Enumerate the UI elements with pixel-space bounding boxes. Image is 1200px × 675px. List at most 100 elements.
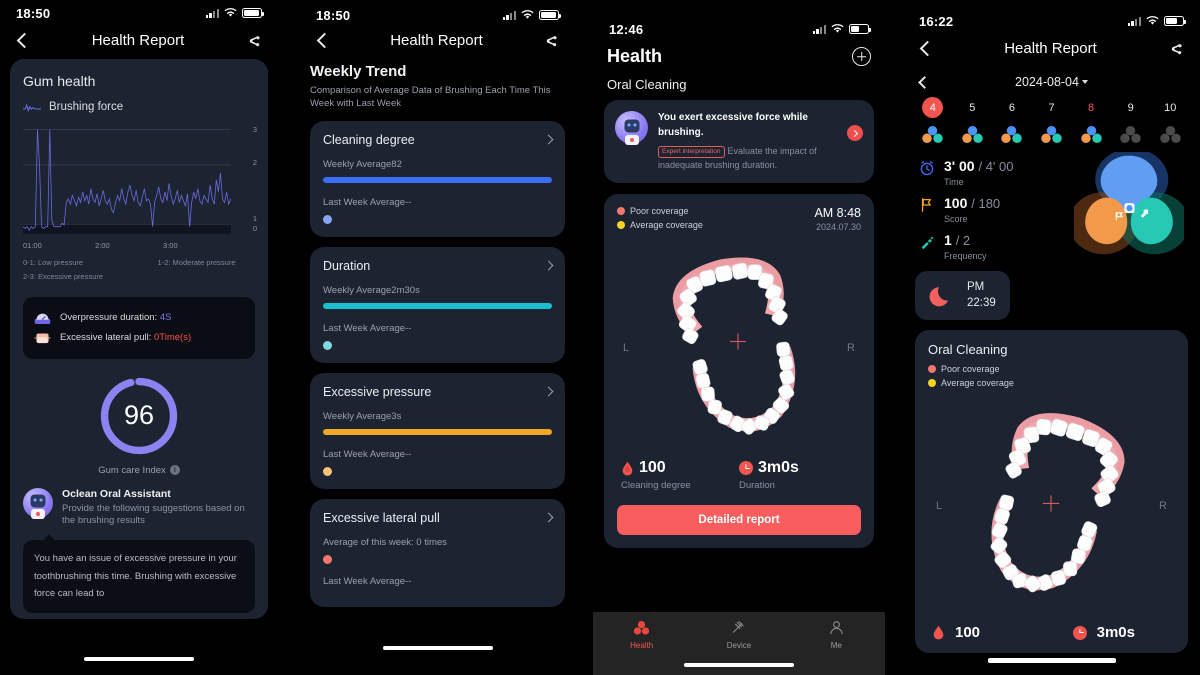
share-icon[interactable] bbox=[1168, 41, 1184, 57]
status-time: 18:50 bbox=[316, 7, 351, 23]
screenshot-stage: 18:50 Health Report Gum health Brushing … bbox=[0, 0, 1200, 675]
share-icon[interactable] bbox=[246, 33, 262, 49]
prev-date-button[interactable] bbox=[918, 75, 931, 89]
date-selector[interactable]: 2024-08-04 bbox=[903, 75, 1200, 89]
coverage-time: AM 8:48 bbox=[814, 206, 861, 220]
day-item[interactable]: 6 bbox=[992, 97, 1032, 144]
this-week-label: Weekly Average2m30s bbox=[323, 284, 420, 296]
chevron-right-icon[interactable] bbox=[543, 260, 554, 271]
chevron-right-icon[interactable] bbox=[543, 386, 554, 397]
trend-card-title: Duration bbox=[323, 258, 371, 273]
note-excessive: 2-3: Excessive pressure bbox=[23, 272, 104, 282]
tab-device[interactable]: Device bbox=[690, 620, 787, 650]
stat-frequency: 1 / 2 Frequency bbox=[919, 232, 1074, 261]
dental-arch-model[interactable]: L R bbox=[928, 392, 1175, 620]
stat-score: 100 / 180 Score bbox=[919, 195, 1074, 224]
left-label: L bbox=[623, 341, 630, 354]
trend-card-duration[interactable]: Duration Weekly Average2m30s Last Week A… bbox=[310, 246, 565, 363]
back-button[interactable] bbox=[919, 40, 936, 57]
dental-arch-model[interactable]: L R bbox=[617, 240, 861, 455]
day-number: 7 bbox=[1048, 101, 1055, 114]
chart-svg bbox=[23, 129, 232, 234]
trend-card-header: Excessive lateral pull bbox=[323, 510, 554, 525]
wifi-icon bbox=[831, 24, 844, 34]
day-item[interactable]: 7 bbox=[1032, 97, 1072, 144]
home-indicator bbox=[382, 646, 493, 650]
bottom-cleaning-value: 100 bbox=[955, 624, 981, 642]
y-tick-2: 2 bbox=[252, 158, 257, 167]
last-week-label: Last Week Average-- bbox=[323, 448, 412, 460]
excessive-force-card[interactable]: You exert excessive force while brushing… bbox=[604, 100, 874, 183]
coverage-header: Poor coverage Average coverage AM 8:48 2… bbox=[617, 206, 861, 234]
chevron-right-icon[interactable] bbox=[543, 512, 554, 523]
share-icon[interactable] bbox=[543, 33, 559, 49]
status-icons bbox=[1127, 16, 1186, 26]
day-number: 10 bbox=[1164, 101, 1177, 114]
assistant-bubble-text: You have an issue of excessive pressure … bbox=[34, 553, 237, 600]
stat-list: 3' 00 / 4' 00 Time 100 / 180 Score 1 / 2… bbox=[919, 158, 1074, 269]
stat-value: 3' 00 bbox=[944, 158, 975, 174]
cellular-signal-icon bbox=[502, 10, 516, 20]
trefoil-icon bbox=[1041, 125, 1062, 144]
session-clock: 22:39 bbox=[967, 296, 996, 309]
bottom-duration-value: 3m0s bbox=[1096, 624, 1135, 642]
stat-value: 1 bbox=[944, 232, 952, 248]
oral-cleaning-title: Oral Cleaning bbox=[928, 342, 1008, 358]
water-drop-icon bbox=[621, 461, 634, 476]
legend-poor-coverage: Poor coverage bbox=[928, 364, 1175, 374]
day-number: 8 bbox=[1088, 101, 1095, 114]
y-tick-3: 3 bbox=[252, 125, 257, 134]
tab-health[interactable]: Health bbox=[593, 620, 690, 650]
gum-score-section: 96 Gum care Index i bbox=[23, 375, 255, 476]
this-week-dot bbox=[323, 554, 332, 564]
status-bar: 16:22 bbox=[903, 0, 1200, 34]
metric-cleaning-degree: 100 Cleaning degree bbox=[621, 459, 739, 493]
status-bar: 18:50 bbox=[300, 0, 575, 26]
last-week-dot bbox=[323, 466, 332, 476]
assistant-bubble: You have an issue of excessive pressure … bbox=[23, 534, 255, 613]
y-tick-0: 0 bbox=[252, 224, 257, 233]
metric-value: 3m0s bbox=[758, 459, 799, 476]
trend-card-excessive-pressure[interactable]: Excessive pressure Weekly Average3s Last… bbox=[310, 372, 565, 489]
caret-down-icon[interactable] bbox=[1081, 80, 1088, 84]
plus-circle-icon[interactable] bbox=[852, 47, 871, 66]
info-icon[interactable]: i bbox=[169, 465, 180, 475]
detailed-report-button[interactable]: Detailed report bbox=[617, 504, 861, 535]
flag-icon bbox=[919, 197, 935, 213]
weekly-trend-heading: Weekly Trend bbox=[310, 63, 407, 80]
assistant-name: Oclean Oral Assistant bbox=[62, 487, 171, 500]
pressure-legend-notes: 0-1: Low pressure 1-2: Moderate pressure… bbox=[23, 256, 255, 285]
metric-caption: Duration bbox=[739, 480, 775, 491]
metric-duration: 3m0s Duration bbox=[739, 459, 857, 493]
assistant-row: Oclean Oral Assistant Provide the follow… bbox=[23, 487, 255, 529]
this-week-label: Average of this week: 0 times bbox=[323, 536, 447, 548]
stat-total: / 180 bbox=[971, 196, 1001, 211]
session-time-card[interactable]: PM 22:39 bbox=[915, 271, 1010, 321]
page-title: Health bbox=[607, 46, 663, 66]
alert-overpressure-label: Overpressure duration: bbox=[60, 312, 158, 323]
chevron-right-icon[interactable] bbox=[543, 134, 554, 145]
day-number: 9 bbox=[1127, 101, 1134, 114]
metric-caption: Cleaning degree bbox=[621, 480, 691, 491]
assistant-avatar-icon bbox=[615, 111, 648, 145]
trend-card-cleaning-degree[interactable]: Cleaning degree Weekly Average82 Last We… bbox=[310, 120, 565, 237]
last-week-dot bbox=[323, 340, 332, 350]
legend-label: Brushing force bbox=[49, 101, 124, 113]
back-button[interactable] bbox=[16, 32, 33, 49]
panel-weekly-trend: 18:50 Health Report Weekly Trend Compari… bbox=[300, 0, 575, 675]
wifi-icon bbox=[1146, 16, 1159, 26]
back-button[interactable] bbox=[316, 32, 333, 49]
battery-icon bbox=[242, 8, 264, 18]
coverage-timestamp: AM 8:48 2024.07.30 bbox=[814, 206, 861, 232]
day-item[interactable]: 5 bbox=[953, 97, 993, 144]
gum-score-value: 96 bbox=[123, 400, 155, 430]
trend-card-title: Excessive lateral pull bbox=[323, 510, 440, 525]
status-bar: 18:50 bbox=[0, 0, 278, 26]
day-item[interactable]: 9 bbox=[1111, 97, 1151, 144]
day-item[interactable]: 8 bbox=[1071, 97, 1111, 144]
day-item[interactable]: 10 bbox=[1150, 97, 1190, 144]
day-item[interactable]: 4 bbox=[913, 97, 953, 144]
chevron-right-circle-icon[interactable] bbox=[847, 125, 863, 141]
trend-card-excessive-lateral-pull[interactable]: Excessive lateral pull Average of this w… bbox=[310, 498, 565, 607]
tab-me[interactable]: Me bbox=[788, 620, 885, 650]
